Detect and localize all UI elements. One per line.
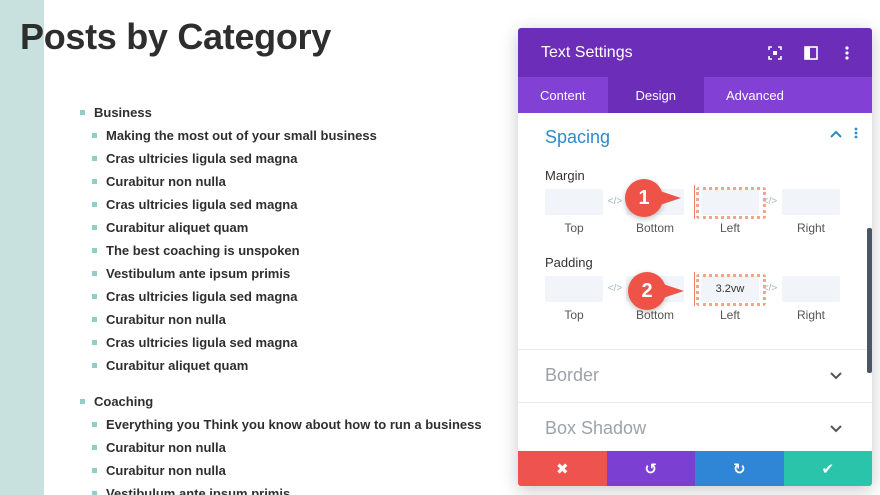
more-vertical-icon[interactable]: [854, 127, 858, 142]
spacing-section-header[interactable]: Spacing: [518, 113, 872, 161]
post-link[interactable]: Curabitur aliquet quam: [80, 219, 520, 242]
post-link[interactable]: Cras ultricies ligula sed magna: [80, 150, 520, 173]
post-link[interactable]: Curabitur aliquet quam: [80, 357, 520, 380]
chevron-up-icon[interactable]: [830, 127, 842, 142]
link-icon[interactable]: </>: [606, 195, 624, 209]
highlight-margin-left: [696, 187, 766, 219]
chevron-down-icon[interactable]: [830, 421, 842, 437]
post-link[interactable]: Curabitur non nulla: [80, 173, 520, 196]
tab-design[interactable]: Design: [607, 77, 705, 113]
spacing-section-title: Spacing: [545, 126, 611, 147]
chevron-down-icon[interactable]: [830, 368, 842, 384]
padding-inputs: </> 3.2vw </>: [545, 276, 840, 302]
sub-label-bottom: Bottom: [635, 308, 674, 322]
header-icons: [764, 42, 858, 64]
padding-right-input[interactable]: [782, 276, 840, 302]
post-link[interactable]: The best coaching is unspoken: [80, 242, 520, 265]
post-link[interactable]: Vestibulum ante ipsum primis: [80, 485, 520, 495]
margin-right-input[interactable]: [782, 189, 840, 215]
post-link[interactable]: Cras ultricies ligula sed magna: [80, 288, 520, 311]
highlight-padding-left: [696, 274, 766, 306]
post-link[interactable]: Everything you Think you know about how …: [80, 416, 520, 439]
modal-footer: ✖ ↺ ↻ ✔: [518, 451, 872, 486]
padding-sub-labels: Top Bottom Left Right: [545, 308, 840, 322]
margin-label: Margin: [545, 168, 585, 183]
step-badge-2: 2: [628, 272, 684, 310]
text-cursor: [694, 272, 695, 306]
check-icon: ✔: [821, 460, 835, 478]
text-settings-modal: Text Settings Content Design Advanced Sp…: [518, 28, 872, 486]
close-icon: ✖: [555, 460, 569, 478]
text-cursor: [694, 185, 695, 219]
post-link[interactable]: Curabitur non nulla: [80, 311, 520, 334]
modal-header[interactable]: Text Settings: [518, 28, 872, 77]
sub-label-bottom: Bottom: [635, 221, 674, 235]
more-vertical-icon[interactable]: [836, 42, 858, 64]
redo-icon: ↻: [732, 460, 746, 478]
focus-icon[interactable]: [764, 42, 786, 64]
box-shadow-section-header[interactable]: Box Shadow: [518, 402, 872, 454]
border-section-header[interactable]: Border: [518, 349, 872, 401]
settings-tabs: Content Design Advanced: [518, 77, 872, 113]
post-link[interactable]: Vestibulum ante ipsum primis: [80, 265, 520, 288]
margin-top-input[interactable]: [545, 189, 603, 215]
save-button[interactable]: ✔: [783, 451, 872, 486]
sub-label-right: Right: [796, 221, 825, 235]
split-view-icon[interactable]: [800, 42, 822, 64]
post-link[interactable]: Making the most out of your small busine…: [80, 127, 520, 150]
margin-inputs: </> </>: [545, 189, 840, 215]
posts-by-category-list: Business Making the most out of your sma…: [80, 104, 520, 495]
sub-label-left: Left: [719, 308, 740, 322]
sub-label-top: Top: [564, 221, 584, 235]
post-link[interactable]: Curabitur non nulla: [80, 439, 520, 462]
category-coaching[interactable]: Coaching: [80, 393, 520, 416]
box-shadow-section-title: Box Shadow: [545, 418, 647, 438]
modal-title: Text Settings: [541, 43, 633, 61]
sub-label-top: Top: [564, 308, 584, 322]
section-controls: [830, 127, 858, 142]
page-title: Posts by Category: [20, 16, 331, 57]
post-link[interactable]: Curabitur non nulla: [80, 462, 520, 485]
tab-content[interactable]: Content: [518, 77, 608, 113]
sub-label-left: Left: [719, 221, 740, 235]
undo-button[interactable]: ↺: [606, 451, 695, 486]
padding-top-input[interactable]: [545, 276, 603, 302]
cancel-button[interactable]: ✖: [518, 451, 607, 486]
decorative-left-strip: [0, 0, 44, 495]
padding-label: Padding: [545, 255, 593, 270]
sub-label-right: Right: [796, 308, 825, 322]
modal-scrollbar[interactable]: [867, 228, 872, 373]
post-link[interactable]: Cras ultricies ligula sed magna: [80, 334, 520, 357]
redo-button[interactable]: ↻: [695, 451, 784, 486]
border-section-title: Border: [545, 365, 600, 385]
step-badge-1: 1: [625, 179, 681, 217]
undo-icon: ↺: [644, 460, 658, 478]
link-icon[interactable]: </>: [606, 282, 624, 296]
post-link[interactable]: Cras ultricies ligula sed magna: [80, 196, 520, 219]
tab-advanced[interactable]: Advanced: [704, 77, 806, 113]
category-business[interactable]: Business: [80, 104, 520, 127]
margin-sub-labels: Top Bottom Left Right: [545, 221, 840, 235]
